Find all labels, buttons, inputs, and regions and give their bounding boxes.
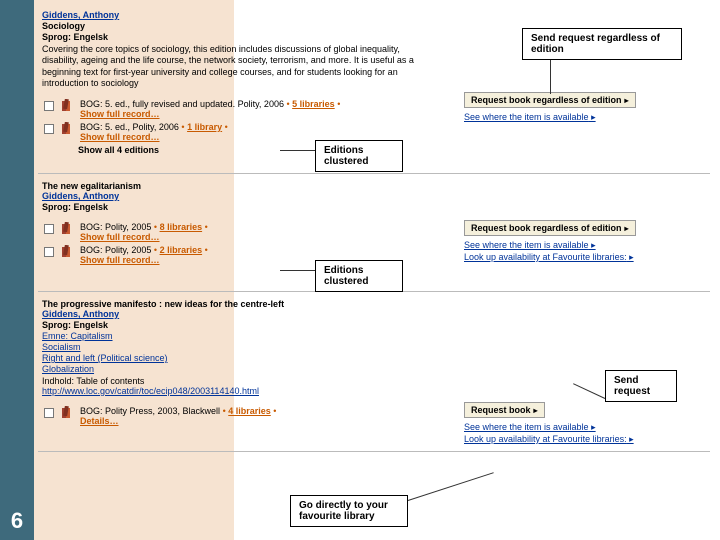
book-icon xyxy=(60,406,74,420)
callout-line xyxy=(280,270,315,271)
record-heading: Sociology xyxy=(42,21,422,31)
show-full-record-link[interactable]: Show full record… xyxy=(80,255,160,265)
record-lang: Sprog: Engelsk xyxy=(42,32,422,42)
edition-row: BOG: Polity Press, 2003, Blackwell • 4 l… xyxy=(42,406,422,426)
favourite-libraries-link[interactable]: Look up availability at Favourite librar… xyxy=(464,252,704,263)
subject-link[interactable]: Socialism xyxy=(42,342,422,352)
subject-link[interactable]: Emne: Capitalism xyxy=(42,331,422,341)
callout-line xyxy=(550,60,551,94)
library-count-link[interactable]: 1 library xyxy=(187,122,222,132)
record-author-link[interactable]: Giddens, Anthony xyxy=(42,309,119,319)
callout-send-request: Send request xyxy=(605,370,677,402)
record-title: The new egalitarianism xyxy=(42,181,422,191)
chevron-right-icon: ▸ xyxy=(625,224,629,233)
edition-row: BOG: 5. ed., Polity, 2006 • 1 library • … xyxy=(42,122,422,142)
favourite-libraries-link[interactable]: Look up availability at Favourite librar… xyxy=(464,434,704,445)
library-count-link[interactable]: 2 libraries xyxy=(160,245,203,255)
subject-link[interactable]: Right and left (Political science) xyxy=(42,353,422,363)
availability-link[interactable]: See where the item is available ▸ xyxy=(464,422,704,433)
record-right: Request book regardless of edition▸ See … xyxy=(464,220,704,263)
edition-checkbox[interactable] xyxy=(44,124,54,134)
left-strip: 6 xyxy=(0,0,34,540)
edition-text: BOG: 5. ed., Polity, 2006 • 1 library • … xyxy=(80,122,422,142)
record-title-link[interactable]: Giddens, Anthony xyxy=(42,10,119,20)
availability-link[interactable]: See where the item is available ▸ xyxy=(464,240,704,251)
record-lang: Sprog: Engelsk xyxy=(42,202,422,212)
show-full-record-link[interactable]: Show full record… xyxy=(80,132,160,142)
edition-text: BOG: 5. ed., fully revised and updated. … xyxy=(80,99,422,119)
slide-number: 6 xyxy=(0,508,34,534)
toc-url-link[interactable]: http://www.loc.gov/catdir/toc/ecip048/20… xyxy=(42,386,259,396)
library-count-link[interactable]: 4 libraries xyxy=(228,406,271,416)
request-button[interactable]: Request book regardless of edition▸ xyxy=(464,220,636,236)
record-title: The progressive manifesto : new ideas fo… xyxy=(42,299,422,309)
edition-text: BOG: Polity, 2005 • 8 libraries • Show f… xyxy=(80,222,422,242)
callout-go-to-library: Go directly to your favourite library xyxy=(290,495,408,527)
record-left: Giddens, Anthony Sociology Sprog: Engels… xyxy=(42,10,422,155)
record-left: The progressive manifesto : new ideas fo… xyxy=(42,299,422,426)
callout-send-regardless: Send request regardless of edition xyxy=(522,28,682,60)
book-icon xyxy=(60,122,74,136)
show-full-record-link[interactable]: Show full record… xyxy=(80,109,160,119)
callout-editions-clustered-1: Editions clustered xyxy=(315,140,403,172)
chevron-right-icon: ▸ xyxy=(534,406,538,415)
record-lang: Sprog: Engelsk xyxy=(42,320,422,330)
subject-link[interactable]: Globalization xyxy=(42,364,422,374)
chevron-right-icon: ▸ xyxy=(625,96,629,105)
edition-checkbox[interactable] xyxy=(44,101,54,111)
book-icon xyxy=(60,245,74,259)
record-left: The new egalitarianism Giddens, Anthony … xyxy=(42,181,422,265)
record-desc: Covering the core topics of sociology, t… xyxy=(42,44,422,89)
library-count-link[interactable]: 5 libraries xyxy=(292,99,335,109)
record-right: Request book▸ See where the item is avai… xyxy=(464,402,704,445)
edition-row: BOG: 5. ed., fully revised and updated. … xyxy=(42,99,422,119)
book-icon xyxy=(60,99,74,113)
callout-line xyxy=(408,472,494,501)
request-button[interactable]: Request book regardless of edition▸ xyxy=(464,92,636,108)
edition-checkbox[interactable] xyxy=(44,247,54,257)
show-full-record-link[interactable]: Show full record… xyxy=(80,232,160,242)
edition-checkbox[interactable] xyxy=(44,408,54,418)
details-link[interactable]: Details… xyxy=(80,416,119,426)
request-button[interactable]: Request book▸ xyxy=(464,402,545,418)
record-author-link[interactable]: Giddens, Anthony xyxy=(42,191,119,201)
library-count-link[interactable]: 8 libraries xyxy=(160,222,203,232)
callout-line xyxy=(280,150,315,151)
edition-row: BOG: Polity, 2005 • 8 libraries • Show f… xyxy=(42,222,422,242)
edition-checkbox[interactable] xyxy=(44,224,54,234)
record-right: Request book regardless of edition▸ See … xyxy=(464,92,704,123)
availability-link[interactable]: See where the item is available ▸ xyxy=(464,112,704,123)
contents-label: Indhold: Table of contents xyxy=(42,376,422,386)
edition-text: BOG: Polity Press, 2003, Blackwell • 4 l… xyxy=(80,406,422,426)
callout-editions-clustered-2: Editions clustered xyxy=(315,260,403,292)
editions-list: BOG: Polity, 2005 • 8 libraries • Show f… xyxy=(42,222,422,265)
editions-list: BOG: Polity Press, 2003, Blackwell • 4 l… xyxy=(42,406,422,426)
book-icon xyxy=(60,222,74,236)
